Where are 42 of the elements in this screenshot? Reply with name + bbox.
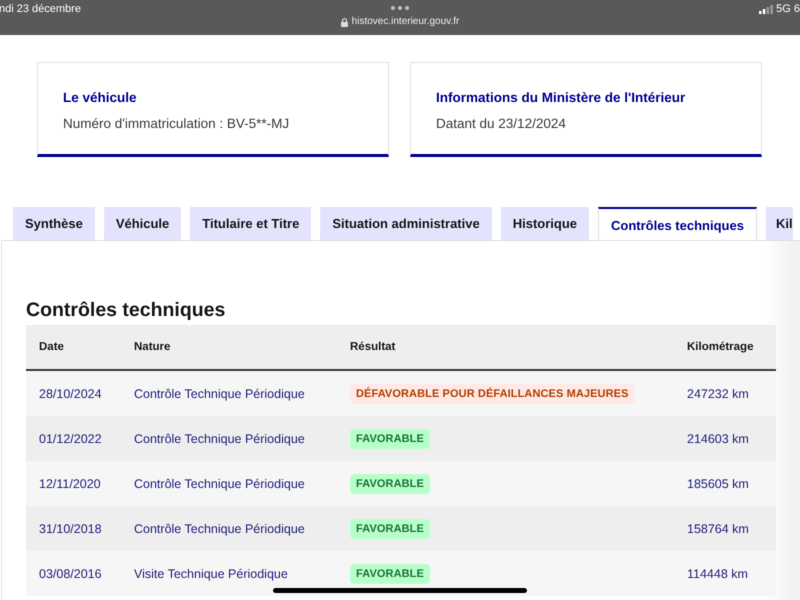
mileage-text: 247232 km	[687, 386, 749, 400]
tab[interactable]: Véhicule	[104, 207, 182, 240]
status-date: ndi 23 décembre	[0, 3, 81, 16]
nature-text: Contrôle Technique Périodique	[134, 476, 305, 490]
column-header: Résultat	[350, 341, 396, 353]
nature-text: Contrôle Technique Périodique	[134, 432, 305, 446]
column-header: Kilométrage	[687, 341, 754, 353]
card-text: Numéro d'immatriculation : BV-5**-MJ	[63, 115, 290, 133]
tab[interactable]: Situation administrative	[320, 207, 492, 240]
date-text: 31/10/2018	[39, 522, 102, 536]
result-badge: FAVORABLE	[350, 518, 430, 538]
card-title: Informations du Ministère de l'Intérieur	[436, 89, 686, 107]
lock-icon	[340, 18, 348, 26]
tab[interactable]: Historique	[500, 207, 590, 240]
nature-text: Contrôle Technique Périodique	[134, 386, 305, 400]
date-text: 01/12/2022	[39, 432, 102, 446]
column-header: Nature	[134, 341, 170, 353]
section-heading: Contrôles techniques	[26, 298, 226, 322]
network-label: 5G 6	[776, 3, 800, 16]
mileage-text: 185605 km	[687, 476, 749, 490]
card-title: Le véhicule	[63, 89, 138, 107]
mileage-text: 214603 km	[687, 432, 749, 446]
card-text: Datant du 23/12/2024	[436, 115, 567, 133]
result-badge: FAVORABLE	[350, 564, 430, 584]
tab[interactable]: Contrôles techniques	[598, 207, 757, 240]
result-badge: DÉFAVORABLE POUR DÉFAILLANCES MAJEURES	[350, 384, 635, 404]
result-badge: FAVORABLE	[350, 428, 430, 448]
nature-text: Contrôle Technique Périodique	[134, 522, 305, 536]
tab[interactable]: Kil	[766, 207, 793, 240]
date-text: 12/11/2020	[39, 476, 101, 490]
column-header: Date	[39, 341, 64, 353]
result-badge: FAVORABLE	[350, 474, 430, 494]
date-text: 28/10/2024	[39, 386, 102, 400]
nature-text: Visite Technique Périodique	[134, 566, 288, 580]
tab[interactable]: Synthèse	[13, 207, 95, 240]
mileage-text: 114448 km	[687, 566, 748, 580]
date-text: 03/08/2016	[39, 566, 102, 580]
signal-icon	[759, 5, 774, 14]
more-dots-icon[interactable]	[391, 6, 409, 10]
mileage-text: 158764 km	[687, 522, 749, 536]
url-text[interactable]: histovec.interieur.gouv.fr	[352, 16, 460, 28]
tab[interactable]: Titulaire et Titre	[190, 207, 312, 240]
